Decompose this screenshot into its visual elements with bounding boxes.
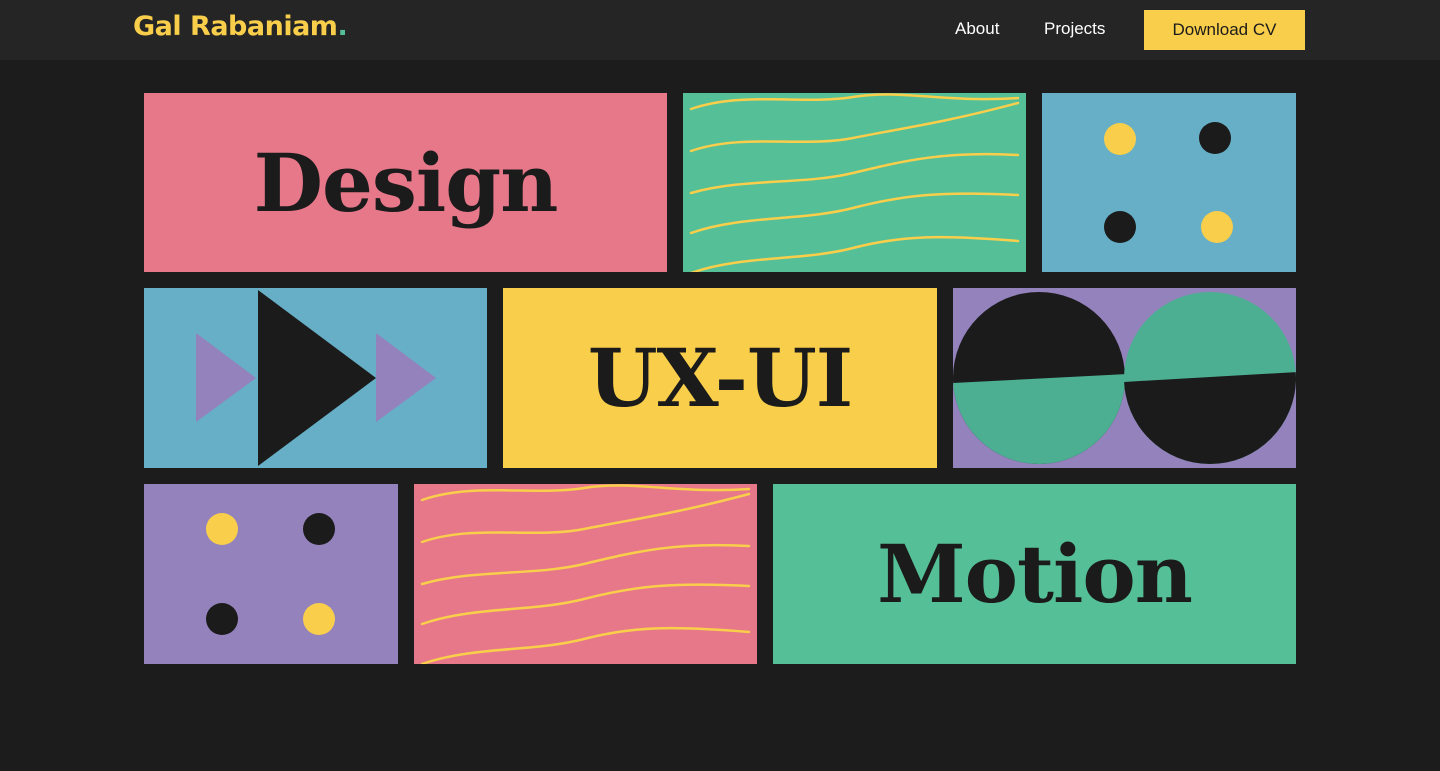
site-header: Gal Rabaniam. About Projects Download CV	[0, 0, 1440, 60]
yellow-dot	[303, 603, 335, 635]
nav-about-link[interactable]: About	[955, 19, 999, 39]
wavy-lines-graphic	[689, 93, 1020, 272]
small-play-icon	[196, 333, 256, 422]
large-play-icon	[258, 290, 376, 466]
dots-tile-purple	[144, 484, 398, 664]
motion-tile[interactable]: Motion	[773, 484, 1296, 664]
dots-tile-blue	[1042, 93, 1296, 272]
split-circles-graphic	[953, 292, 1296, 464]
dark-dot	[1199, 122, 1231, 154]
play-arrows-tile	[144, 288, 487, 468]
dark-dot	[1104, 211, 1136, 243]
download-cv-button[interactable]: Download CV	[1144, 10, 1305, 50]
design-label: Design	[253, 135, 559, 230]
logo-name: Gal Rabaniam	[133, 11, 338, 42]
small-play-icon	[376, 333, 436, 422]
split-circles-tile	[953, 288, 1296, 468]
uxui-label: UX-UI	[587, 331, 853, 425]
dark-dot	[206, 603, 238, 635]
uxui-tile[interactable]: UX-UI	[503, 288, 937, 468]
wavy-lines-tile-green	[683, 93, 1026, 272]
logo[interactable]: Gal Rabaniam.	[133, 11, 348, 42]
wavy-lines-tile-pink	[414, 484, 757, 664]
yellow-dot	[206, 513, 238, 545]
play-arrows-graphic	[196, 290, 436, 466]
yellow-dot	[1201, 211, 1233, 243]
wavy-lines-graphic	[420, 484, 751, 664]
nav-projects-link[interactable]: Projects	[1044, 19, 1105, 39]
motion-label: Motion	[877, 527, 1193, 621]
design-tile[interactable]: Design	[144, 93, 667, 272]
dots-graphic	[206, 513, 335, 635]
dots-graphic	[1104, 122, 1233, 243]
dark-dot	[303, 513, 335, 545]
yellow-dot	[1104, 123, 1136, 155]
logo-dot: .	[337, 11, 348, 42]
